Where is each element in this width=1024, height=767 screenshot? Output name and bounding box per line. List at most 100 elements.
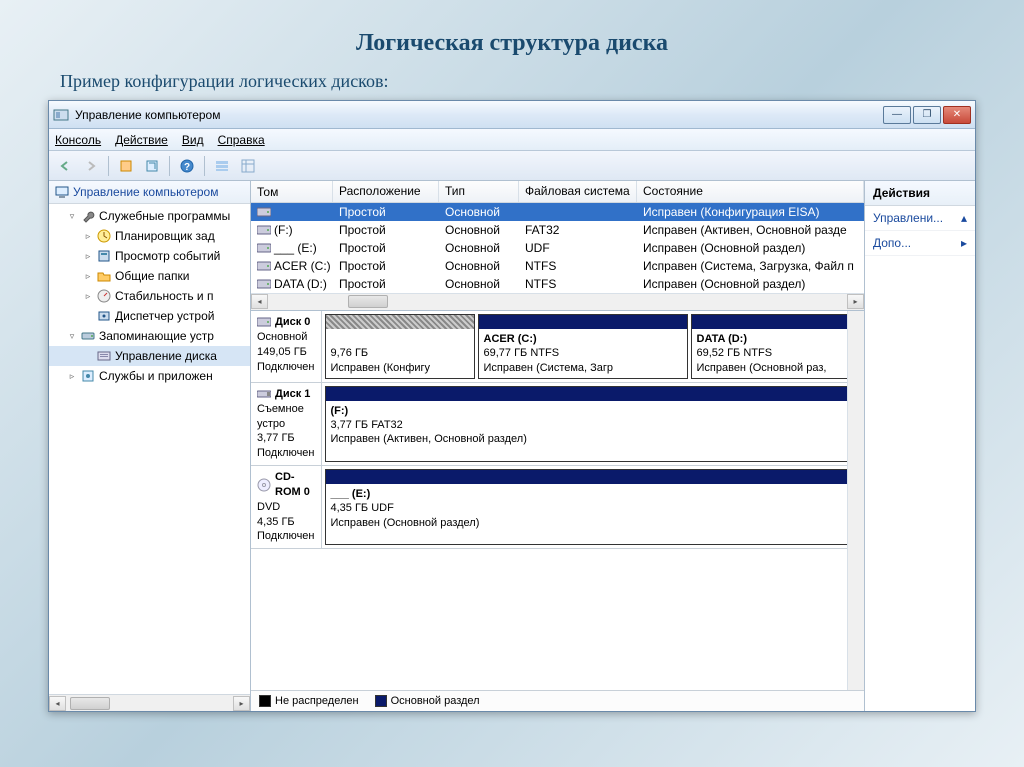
computer-icon <box>55 185 69 199</box>
expand-icon[interactable] <box>83 351 93 361</box>
scroll-right-button[interactable]: ▸ <box>233 696 250 711</box>
partition[interactable]: ___ (E:)4,35 ГБ UDFИсправен (Основной ра… <box>325 469 848 545</box>
disk-info[interactable]: Диск 0Основной149,05 ГБПодключен <box>251 311 322 382</box>
tree-label: Диспетчер устрой <box>115 309 214 323</box>
expand-icon[interactable]: ▹ <box>83 271 93 281</box>
hdd-icon <box>257 315 271 329</box>
legend: Не распределен Основной раздел <box>251 690 864 711</box>
tree-node[interactable]: ▹Службы и приложен <box>49 366 250 386</box>
tree-label: Просмотр событий <box>115 249 220 263</box>
cd-icon <box>257 478 271 492</box>
volume-row[interactable]: ACER (C:)ПростойОсновнойNTFSИсправен (Си… <box>251 257 864 275</box>
tree-node[interactable]: ▹ Стабильность и п <box>49 286 250 306</box>
storage-icon <box>80 328 96 344</box>
event-icon <box>96 248 112 264</box>
expand-icon[interactable] <box>83 311 93 321</box>
expand-icon[interactable]: ▹ <box>83 251 93 261</box>
action-more[interactable]: Допо...▸ <box>865 231 975 256</box>
tree-node[interactable]: ▹ Общие папки <box>49 266 250 286</box>
scroll-left-button[interactable]: ◂ <box>49 696 66 711</box>
drive-icon <box>257 223 271 237</box>
volume-table-header[interactable]: Том Расположение Тип Файловая система Со… <box>251 181 864 203</box>
menu-view[interactable]: Вид <box>182 133 204 147</box>
tree-label: Планировщик зад <box>115 229 215 243</box>
main-panel: Том Расположение Тип Файловая система Со… <box>251 181 865 711</box>
tree-label: Общие папки <box>115 269 189 283</box>
svg-text:?: ? <box>184 162 190 173</box>
slide-subtitle: Пример конфигурации логических дисков: <box>40 71 984 92</box>
toolbar: ? <box>49 151 975 181</box>
nav-tree[interactable]: ▿ Служебные программы ▹ Планировщик зад ▹ Про… <box>49 204 250 694</box>
perf-icon <box>96 288 112 304</box>
tree-label: Служебные программы <box>99 209 230 223</box>
tree-node[interactable]: ▹ Просмотр событий <box>49 246 250 266</box>
disk-vscroll[interactable] <box>847 311 864 690</box>
menu-action[interactable]: Действие <box>115 133 168 147</box>
device-icon <box>96 308 112 324</box>
col-fs[interactable]: Файловая система <box>519 181 637 202</box>
disk-info[interactable]: CD-ROM 0DVD4,35 ГБПодключен <box>251 466 322 548</box>
drive-icon <box>257 241 271 255</box>
expand-icon[interactable]: ▿ <box>67 211 77 221</box>
partition[interactable]: DATA (D:)69,52 ГБ NTFSИсправен (Основной… <box>691 314 848 379</box>
tree-node[interactable]: ▹ Планировщик зад <box>49 226 250 246</box>
maximize-button[interactable]: ❐ <box>913 106 941 124</box>
tree-node[interactable]: ▿Запоминающие устр <box>49 326 250 346</box>
slide-title: Логическая структура диска <box>40 30 984 57</box>
tree-node[interactable]: Управление диска <box>49 346 250 366</box>
tree-label: Управление диска <box>115 349 217 363</box>
partition[interactable]: 9,76 ГБИсправен (Конфигу <box>325 314 475 379</box>
disk-info[interactable]: Диск 1Съемное устро3,77 ГБПодключен <box>251 383 322 465</box>
col-type[interactable]: Тип <box>439 181 519 202</box>
tree-node[interactable]: ▿ Служебные программы <box>49 206 250 226</box>
menubar: Консоль Действие Вид Справка <box>49 129 975 151</box>
view-details-button[interactable] <box>236 154 260 178</box>
forward-button[interactable] <box>79 154 103 178</box>
volume-table-hscroll[interactable]: ◂ ▸ <box>251 293 864 310</box>
col-tom[interactable]: Том <box>251 181 333 202</box>
volume-row[interactable]: ___ (E:)ПростойОсновнойUDFИсправен (Осно… <box>251 239 864 257</box>
app-icon <box>53 107 69 123</box>
disk-row: CD-ROM 0DVD4,35 ГБПодключен___ (E:)4,35 … <box>251 466 847 549</box>
expand-icon[interactable]: ▿ <box>67 331 77 341</box>
tree-hscroll[interactable]: ◂ ▸ <box>49 694 250 711</box>
expand-icon[interactable]: ▹ <box>83 291 93 301</box>
titlebar[interactable]: Управление компьютером — ❐ ✕ <box>49 101 975 129</box>
tree-header[interactable]: Управление компьютером <box>49 181 250 204</box>
drive-icon <box>257 259 271 273</box>
volume-row[interactable]: (F:)ПростойОсновнойFAT32Исправен (Активе… <box>251 221 864 239</box>
disk-row: Диск 0Основной149,05 ГБПодключен 9,76 ГБ… <box>251 311 847 383</box>
expand-icon[interactable]: ▹ <box>83 231 93 241</box>
wrench-icon <box>80 208 96 224</box>
disk-icon <box>96 348 112 364</box>
menu-help[interactable]: Справка <box>218 133 265 147</box>
folder-icon <box>96 268 112 284</box>
refresh-button[interactable] <box>140 154 164 178</box>
chevron-right-icon: ▸ <box>961 236 967 250</box>
partition[interactable]: (F:)3,77 ГБ FAT32Исправен (Активен, Осно… <box>325 386 848 462</box>
window-title: Управление компьютером <box>75 108 883 122</box>
col-location[interactable]: Расположение <box>333 181 439 202</box>
volume-row[interactable]: ПростойОсновнойИсправен (Конфигурация EI… <box>251 203 864 221</box>
menu-console[interactable]: Консоль <box>55 133 101 147</box>
tree-node[interactable]: Диспетчер устрой <box>49 306 250 326</box>
view-list-button[interactable] <box>210 154 234 178</box>
drive-icon <box>257 277 271 291</box>
actions-panel: Действия Управлени...▴ Допо...▸ <box>865 181 975 711</box>
minimize-button[interactable]: — <box>883 106 911 124</box>
tree-label: Стабильность и п <box>115 289 213 303</box>
disk-graphic-area: Диск 0Основной149,05 ГБПодключен 9,76 ГБ… <box>251 311 847 690</box>
legend-primary: Основной раздел <box>375 695 480 707</box>
mmc-window: Управление компьютером — ❐ ✕ Консоль Дей… <box>48 100 976 712</box>
partition[interactable]: ACER (C:)69,77 ГБ NTFSИсправен (Система,… <box>478 314 688 379</box>
volume-row[interactable]: DATA (D:)ПростойОсновнойNTFSИсправен (Ос… <box>251 275 864 293</box>
scroll-thumb[interactable] <box>70 697 110 710</box>
expand-icon[interactable]: ▹ <box>67 371 77 381</box>
action-manage[interactable]: Управлени...▴ <box>865 206 975 231</box>
help-button[interactable]: ? <box>175 154 199 178</box>
close-button[interactable]: ✕ <box>943 106 971 124</box>
actions-header: Действия <box>865 181 975 206</box>
col-state[interactable]: Состояние <box>637 181 864 202</box>
back-button[interactable] <box>53 154 77 178</box>
properties-button[interactable] <box>114 154 138 178</box>
